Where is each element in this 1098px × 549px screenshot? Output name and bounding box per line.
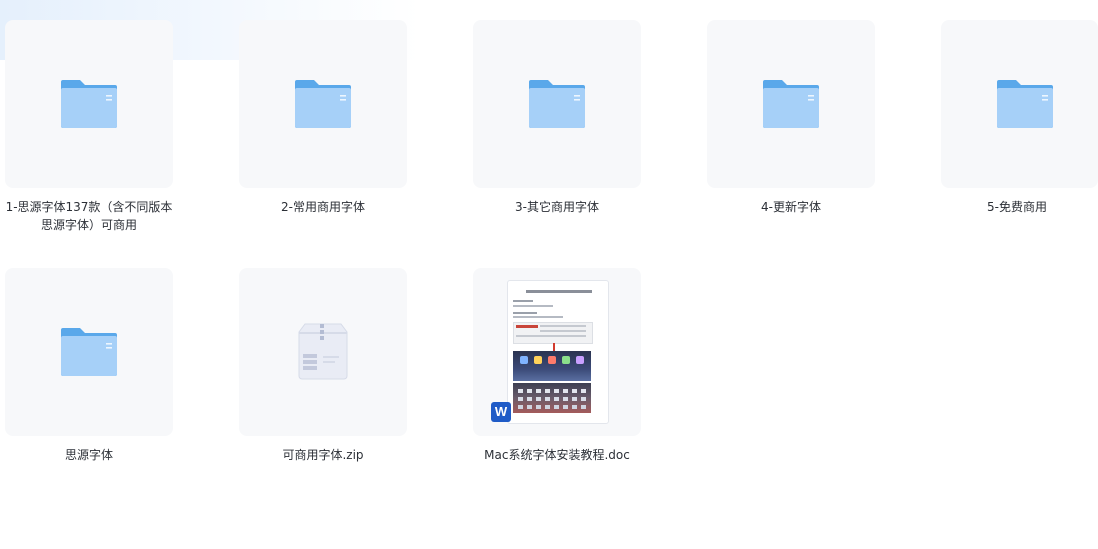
thumbnail (239, 268, 407, 436)
folder-icon (61, 328, 117, 376)
thumbnail: W (473, 268, 641, 436)
thumbnail (473, 20, 641, 188)
document-preview (507, 280, 609, 424)
thumbnail (941, 20, 1098, 188)
thumbnail (5, 268, 173, 436)
folder-icon (295, 80, 351, 128)
file-grid: 1-思源字体137款（含不同版本思源字体）可商用 2-常用商用字体 3-其它商用… (0, 0, 1098, 549)
file-name: 可商用字体.zip (282, 448, 364, 462)
folder-icon (529, 80, 585, 128)
file-name: Mac系统字体安装教程.doc (484, 448, 630, 462)
word-icon: W (491, 402, 511, 422)
folder-icon (61, 80, 117, 128)
file-name: 4-更新字体 (761, 200, 821, 214)
thumbnail (239, 20, 407, 188)
folder-icon (997, 80, 1053, 128)
file-name: 1-思源字体137款（含不同版本思源字体）可商用 (5, 200, 173, 232)
thumbnail (5, 20, 173, 188)
file-name: 思源字体 (64, 448, 113, 462)
thumbnail (707, 20, 875, 188)
folder-icon (763, 80, 819, 128)
zip-archive-icon (298, 323, 348, 380)
file-name: 3-其它商用字体 (515, 200, 599, 214)
file-name: 2-常用商用字体 (281, 200, 365, 214)
file-name: 5-免费商用 (987, 200, 1047, 214)
